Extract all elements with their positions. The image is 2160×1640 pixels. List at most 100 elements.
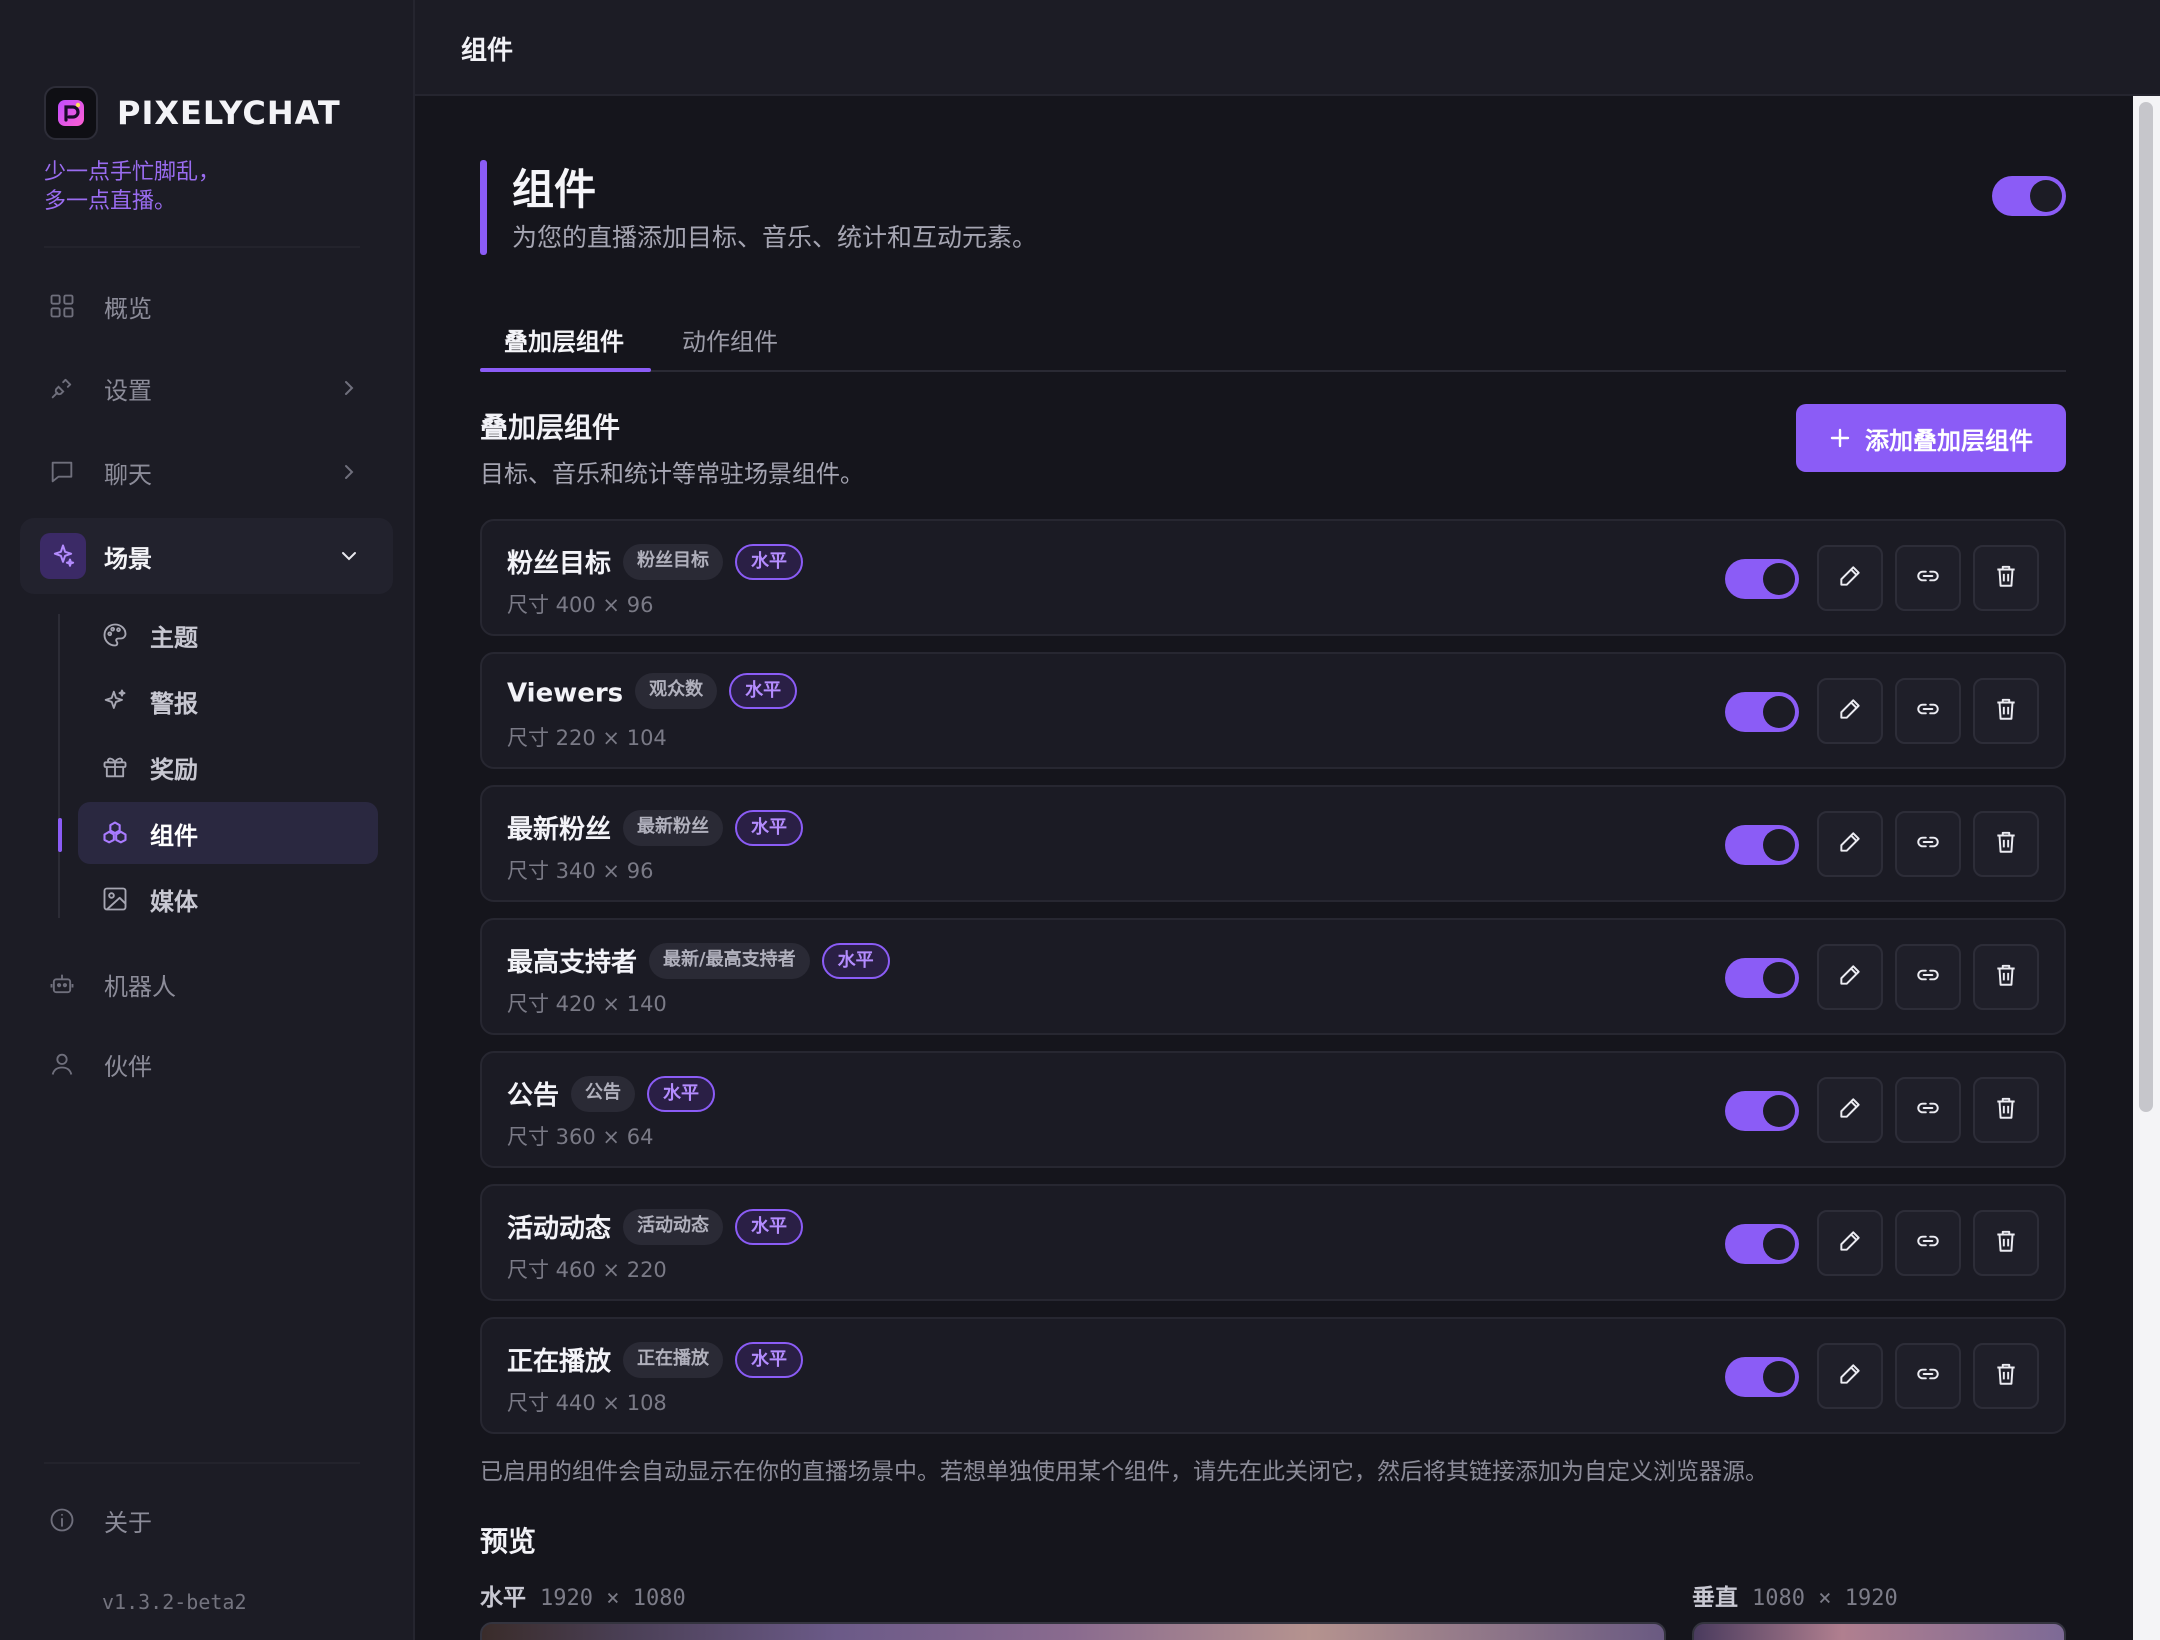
trash-icon [1993,563,2019,593]
sidebar-item-settings[interactable]: 设置 [20,350,393,426]
sidebar-item-bots[interactable]: 机器人 [20,946,393,1022]
subnav-label: 媒体 [150,887,198,916]
sidebar-item-partners[interactable]: 伙伴 [20,1026,393,1102]
delete-button[interactable] [1973,944,2039,1010]
edit-button[interactable] [1817,944,1883,1010]
info-icon [48,1506,76,1534]
preview-horizontal-canvas[interactable] [480,1622,1666,1640]
orientation-badge: 水平 [735,543,804,580]
sidebar-item-about[interactable]: 关于 [20,1482,393,1558]
widget-name: 最高支持者 [507,948,638,978]
subnav-item-components[interactable]: 组件 [78,802,378,864]
delete-button[interactable] [1973,678,2039,744]
scrollbar-thumb[interactable] [2139,102,2153,1112]
brand-tagline: 少一点手忙脚乱， 多一点直播。 [44,158,324,216]
pixelychat-logo-icon [44,86,98,140]
widget-enable-toggle[interactable] [1725,1357,1799,1397]
orientation-badge: 水平 [647,1075,716,1112]
delete-button[interactable] [1973,1077,2039,1143]
preview-vertical-canvas[interactable] [1692,1622,2066,1640]
widget-enable-toggle[interactable] [1725,559,1799,599]
orientation-badge: 水平 [735,1341,804,1378]
components-master-toggle[interactable] [1992,176,2066,216]
sidebar-item-chat[interactable]: 聊天 [20,434,393,510]
toggle-knob [1763,696,1795,728]
widget-size: 尺寸 400 × 96 [507,593,654,617]
section-subtitle: 目标、音乐和统计等常驻场景组件。 [480,460,864,488]
sidebar-divider [44,246,360,248]
copy-link-button[interactable] [1895,811,1961,877]
sidebar-item-label: 机器人 [104,972,176,1001]
widget-size: 尺寸 360 × 64 [507,1125,654,1149]
edit-button[interactable] [1817,545,1883,611]
delete-button[interactable] [1973,811,2039,877]
widget-size: 尺寸 460 × 220 [507,1258,667,1282]
palette-icon [101,621,129,649]
preview-orientation: 水平 [480,1585,526,1611]
tab-action-components[interactable]: 动作组件 [682,322,778,357]
sidebar-item-overview[interactable]: 概览 [20,268,393,344]
add-button-label: 添加叠加层组件 [1865,426,2033,455]
delete-button[interactable] [1973,545,2039,611]
widget-name: 正在播放 [507,1347,612,1377]
edit-button[interactable] [1817,678,1883,744]
sidebar-item-label: 伙伴 [104,1052,152,1081]
widget-card: 活动动态 活动动态 水平 尺寸 460 × 220 [480,1184,2066,1301]
orientation-badge: 水平 [735,1208,804,1245]
edit-button[interactable] [1817,811,1883,877]
preview-orientation: 垂直 [1692,1585,1738,1611]
sparkle-icon [40,533,86,579]
pencil-icon [1837,962,1863,992]
edit-button[interactable] [1817,1343,1883,1409]
copy-link-button[interactable] [1895,1077,1961,1143]
copy-link-button[interactable] [1895,1210,1961,1276]
sidebar-item-scenes[interactable]: 场景 [20,518,393,594]
widget-name: 最新粉丝 [507,815,612,845]
subnav-item-theme[interactable]: 主题 [78,604,378,666]
sidebar: PIXELYCHAT 少一点手忙脚乱， 多一点直播。 概览 设置 聊天 场景 主… [0,0,415,1640]
widget-type-tag: 最新/最高支持者 [649,942,810,979]
tagline-text: 少一点手忙脚乱， 多一点直播。 [44,160,221,214]
subnav-item-media[interactable]: 媒体 [78,868,378,930]
delete-button[interactable] [1973,1210,2039,1276]
sparkle-icon [101,687,129,715]
orientation-badge: 水平 [821,942,890,979]
grid-icon [48,292,76,320]
pencil-icon [1837,1095,1863,1125]
brand-name: PIXELYCHAT [117,94,341,132]
widget-type-tag: 正在播放 [623,1341,724,1378]
pencil-icon [1837,829,1863,859]
edit-button[interactable] [1817,1210,1883,1276]
chevron-down-icon [339,546,359,566]
orientation-badge: 水平 [735,809,804,846]
widget-enable-toggle[interactable] [1725,825,1799,865]
copy-link-button[interactable] [1895,944,1961,1010]
page-subtitle: 为您的直播添加目标、音乐、统计和互动元素。 [512,223,1038,252]
edit-button[interactable] [1817,1077,1883,1143]
subnav-item-rewards[interactable]: 奖励 [78,736,378,798]
widget-enable-toggle[interactable] [1725,692,1799,732]
delete-button[interactable] [1973,1343,2039,1409]
add-overlay-component-button[interactable]: 添加叠加层组件 [1796,404,2066,472]
widget-card: 最高支持者 最新/最高支持者 水平 尺寸 420 × 140 [480,918,2066,1035]
widget-enable-toggle[interactable] [1725,958,1799,998]
plug-icon [48,374,76,402]
tab-overlay-components[interactable]: 叠加层组件 [504,322,624,357]
subnav-item-alerts[interactable]: 警报 [78,670,378,732]
page-title: 组件 [512,165,597,214]
toggle-knob [1763,1228,1795,1260]
widget-card: 公告 公告 水平 尺寸 360 × 64 [480,1051,2066,1168]
subnav-label: 奖励 [150,755,198,784]
copy-link-button[interactable] [1895,678,1961,744]
toggle-knob [1763,563,1795,595]
widget-card: 粉丝目标 粉丝目标 水平 尺寸 400 × 96 [480,519,2066,636]
copy-link-button[interactable] [1895,1343,1961,1409]
brand[interactable]: PIXELYCHAT [44,86,341,140]
subnav-active-marker [58,818,62,852]
section-title: 叠加层组件 [480,411,621,444]
link-icon [1915,829,1941,859]
widget-enable-toggle[interactable] [1725,1224,1799,1264]
copy-link-button[interactable] [1895,545,1961,611]
widget-enable-toggle[interactable] [1725,1091,1799,1131]
widget-type-tag: 最新粉丝 [623,809,724,846]
